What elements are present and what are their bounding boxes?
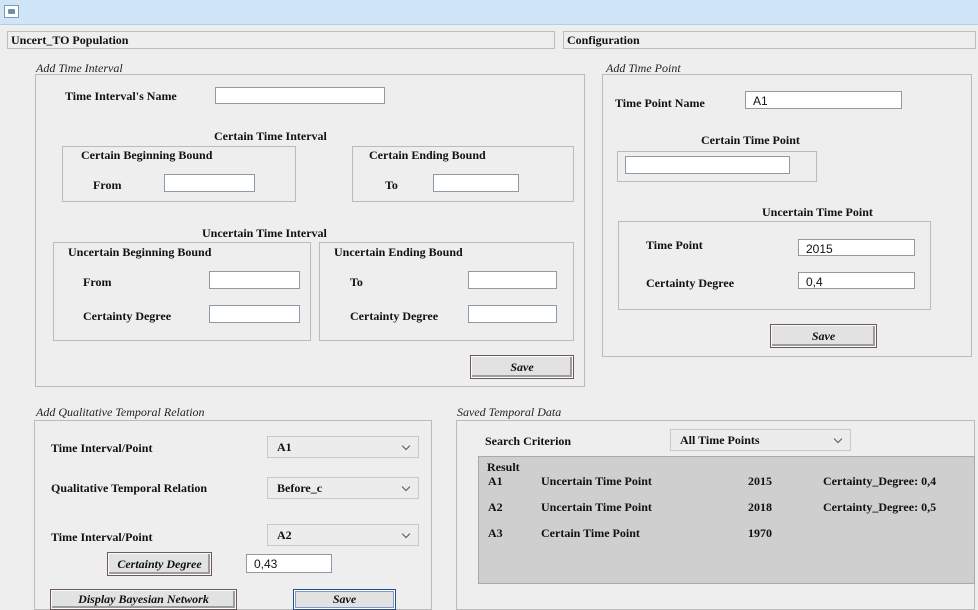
result-certainty-degree: Certainty_Degree: 0,4 [823,474,937,488]
time-point-name-input[interactable]: A1 [745,91,902,109]
first-interval-point-select[interactable]: A1 [267,436,419,458]
search-criterion-label: Search Criterion [485,434,572,448]
result-year: 1970 [748,526,772,540]
certain-beginning-bound-label: Certain Beginning Bound [81,148,213,162]
chevron-down-icon [401,529,411,539]
uncertain-from-input[interactable] [209,271,300,289]
certain-ending-bound-label: Certain Ending Bound [369,148,486,162]
first-interval-point-value: A1 [277,440,292,454]
certainty-degree-button[interactable]: Certainty Degree [107,552,212,576]
time-point-certainty-degree-input[interactable]: 0,4 [798,272,915,289]
display-bayesian-network-button[interactable]: Display Bayesian Network [50,589,237,610]
certain-from-label: From [93,178,122,192]
certain-to-label: To [385,178,398,192]
uncertain-to-label: To [350,275,363,289]
uncertain-time-interval-label: Uncertain Time Interval [202,226,327,240]
uncertain-time-point-label: Uncertain Time Point [762,205,873,219]
qualitative-relation-label: Qualitative Temporal Relation [51,481,207,495]
time-point-label: Time Point [646,238,703,252]
second-interval-point-select[interactable]: A2 [267,524,419,546]
uncertain-from-label: From [83,275,112,289]
chevron-down-icon [833,434,843,444]
qualitative-relation-value: Before_c [277,481,323,495]
begin-certainty-degree-label: Certainty Degree [83,309,172,323]
search-criterion-value: All Time Points [680,433,760,447]
time-point-certainty-degree-label: Certainty Degree [646,276,735,290]
result-type: Certain Time Point [541,526,640,540]
result-row[interactable]: A3 Certain Time Point 1970 [478,522,975,546]
result-row[interactable]: A1 Uncertain Time Point 2015 Certainty_D… [478,470,975,494]
second-interval-point-label: Time Interval/Point [51,530,153,544]
tab-configuration[interactable]: Configuration [563,31,976,49]
relation-certainty-degree-input[interactable]: 0,43 [246,554,332,573]
time-point-name-label: Time Point Name [615,96,705,110]
end-certainty-degree-label: Certainty Degree [350,309,439,323]
certain-time-interval-label: Certain Time Interval [214,129,327,143]
result-row[interactable]: A2 Uncertain Time Point 2018 Certainty_D… [478,496,975,520]
certain-time-point-label: Certain Time Point [701,133,800,147]
search-criterion-select[interactable]: All Time Points [670,429,851,451]
uncertain-ending-bound-label: Uncertain Ending Bound [334,245,463,259]
save-relation-button[interactable]: Save [293,589,396,610]
save-time-interval-button[interactable]: Save [470,355,574,379]
save-time-point-button[interactable]: Save [770,324,877,348]
result-id: A1 [488,474,503,488]
chevron-down-icon [401,441,411,451]
result-type: Uncertain Time Point [541,474,652,488]
certain-time-point-input[interactable] [625,156,790,174]
second-interval-point-value: A2 [277,528,292,542]
result-type: Uncertain Time Point [541,500,652,514]
uncertain-beginning-bound-label: Uncertain Beginning Bound [68,245,212,259]
result-year: 2015 [748,474,772,488]
begin-certainty-degree-input[interactable] [209,305,300,323]
chevron-down-icon [401,482,411,492]
tab-uncert-to-population[interactable]: Uncert_TO Population [7,31,555,49]
result-id: A3 [488,526,503,540]
time-interval-name-label: Time Interval's Name [65,89,177,103]
qualitative-relation-select[interactable]: Before_c [267,477,419,499]
java-app-icon [4,5,19,18]
certain-from-input[interactable] [164,174,255,192]
result-id: A2 [488,500,503,514]
end-certainty-degree-input[interactable] [468,305,557,323]
result-year: 2018 [748,500,772,514]
saved-data-section-title: Saved Temporal Data [457,405,562,419]
uncertain-to-input[interactable] [468,271,557,289]
relation-section-title: Add Qualitative Temporal Relation [36,405,205,419]
result-certainty-degree: Certainty_Degree: 0,5 [823,500,937,514]
window-title-bar [0,0,978,25]
first-interval-point-label: Time Interval/Point [51,441,153,455]
certain-to-input[interactable] [433,174,519,192]
time-point-input[interactable]: 2015 [798,239,915,256]
uncertain-time-point-group [618,221,931,310]
time-interval-name-input[interactable] [215,87,385,104]
